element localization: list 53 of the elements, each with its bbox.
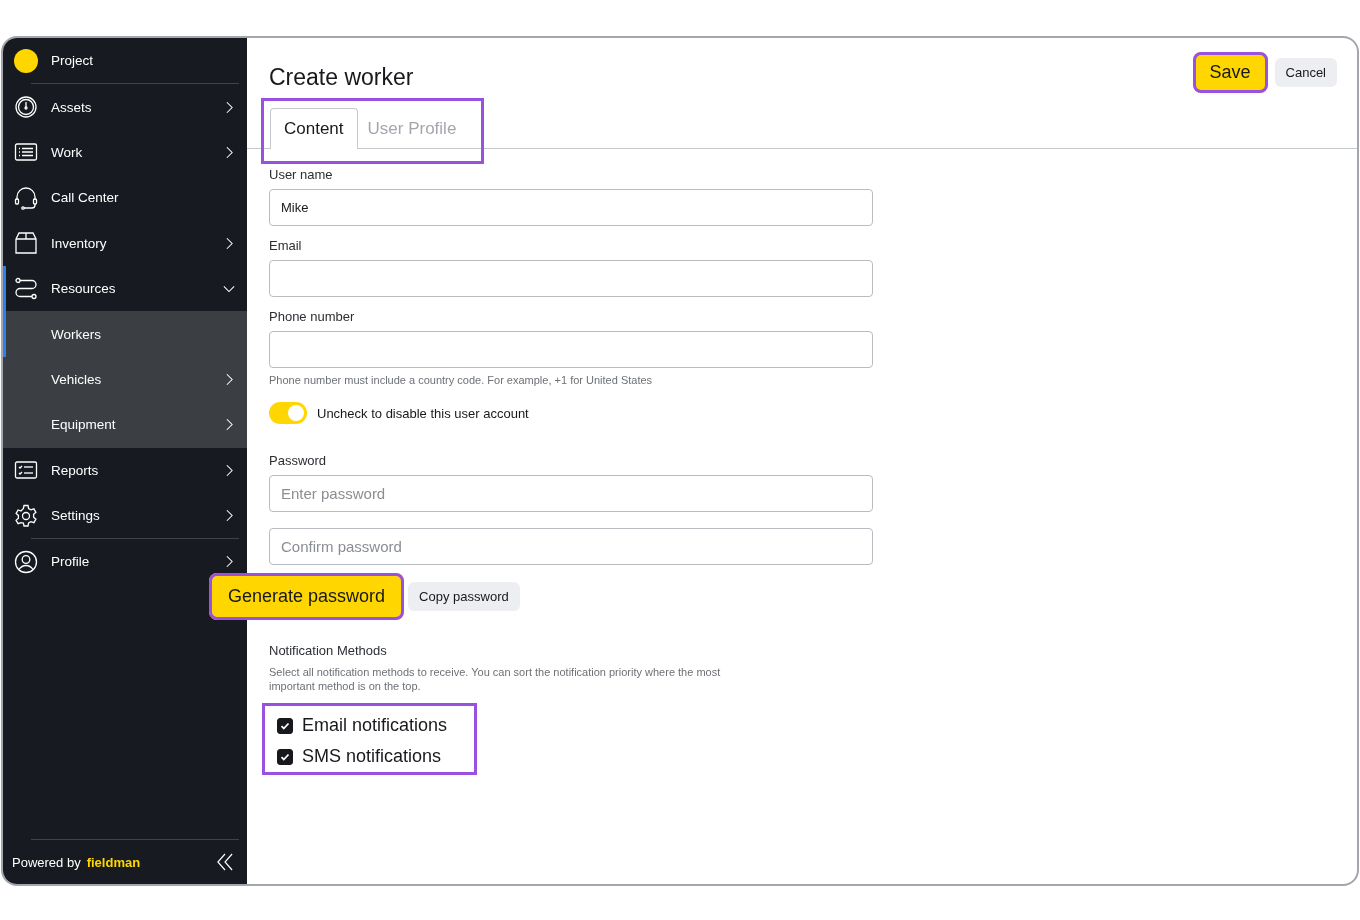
checkbox[interactable] [277,748,293,765]
input-field[interactable] [269,260,873,297]
sidebar-item[interactable]: Call Center [3,175,247,221]
chevron-right-icon [226,372,233,386]
page-title: Create worker [269,63,414,91]
copy-password-button[interactable]: Copy password [408,582,520,611]
checkbox[interactable] [277,717,293,734]
cancel-button[interactable]: Cancel [1274,57,1337,87]
chevron-right-icon [226,100,233,114]
chevron-right-icon [226,145,233,159]
sidebar-subitem[interactable]: Equipment [3,402,247,448]
field-label: User name [269,167,334,182]
project-item[interactable]: Project [3,38,247,84]
input-field[interactable]: Mike [269,189,873,226]
section-description: Select all notification methods to receive. You can sort the notification priority where the most important method is on the top. [269,665,722,693]
sidebar-subitem[interactable]: Vehicles [3,356,247,403]
route-icon [14,276,38,301]
brand-name: fieldman [86,854,142,870]
field-label: Phone number [269,309,356,324]
chevron-right-icon [226,555,233,569]
settings-icon [14,503,38,528]
sidebar-item[interactable]: Reports [3,447,247,493]
chevron-right-icon [226,463,233,477]
sidebar-item[interactable]: Inventory [3,220,247,266]
field-hint: Phone number must include a country code. For example, +1 for United States [269,374,654,386]
sidebar-subitem[interactable]: Workers [3,311,247,357]
sidebar-item[interactable]: Work [3,129,247,176]
sidebar-item[interactable]: Settings [3,492,247,539]
sidebar-item[interactable]: Assets [3,84,247,130]
field-label: Email [269,238,303,253]
input-field[interactable] [269,331,873,368]
section-title: Notification Methods [269,643,388,658]
project-dot-icon [14,48,38,73]
box-icon [14,231,38,256]
generate-password-button[interactable]: Generate password [209,573,405,620]
chevron-down-icon [223,284,235,293]
password-field[interactable]: Enter password [269,475,873,512]
chevron-right-icon [226,418,233,432]
tab[interactable]: Content [270,108,358,149]
field-label: Password [269,453,328,468]
save-button[interactable]: Save [1192,51,1268,93]
profile-icon [14,550,38,574]
powered-by-text: Powered by [12,854,81,870]
checkbox-option[interactable]: Email notifications [277,715,448,736]
toggle-switch[interactable] [269,402,307,424]
gauge-icon [14,95,38,120]
headset-icon [14,185,38,210]
toggle-label: Uncheck to disable this user account [317,405,529,421]
collapse-icon[interactable] [217,852,233,872]
chevron-right-icon [226,509,233,523]
password-field[interactable]: Confirm password [269,528,873,565]
checkbox-option[interactable]: SMS notifications [277,746,448,767]
chevron-right-icon [226,236,233,250]
